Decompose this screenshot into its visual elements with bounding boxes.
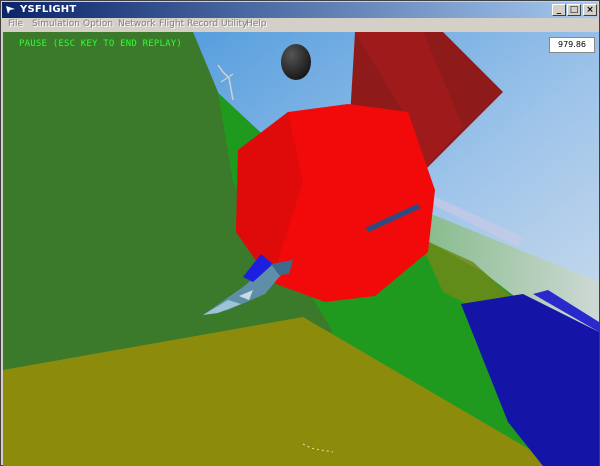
app-icon [6, 6, 15, 14]
hud-readout: 979.86 [549, 37, 595, 53]
title-bar[interactable]: YSFLIGHT _ □ × [2, 2, 598, 18]
menu-file[interactable]: File [8, 18, 23, 31]
menu-bar: File Simulation Option Network Flight Re… [2, 18, 598, 31]
pause-status: PAUSE (ESC KEY TO END REPLAY) [19, 39, 182, 49]
menu-network[interactable]: Network [118, 18, 156, 31]
menu-help[interactable]: Help [246, 18, 267, 31]
scene-canvas [3, 32, 599, 466]
app-window: YSFLIGHT _ □ × File Simulation Option Ne… [0, 0, 600, 466]
menu-simulation[interactable]: Simulation [32, 18, 80, 31]
menu-option[interactable]: Option [83, 18, 113, 31]
close-button[interactable]: × [583, 4, 597, 16]
black-sphere [281, 44, 311, 80]
window-title: YSFLIGHT [20, 4, 77, 15]
minimize-button[interactable]: _ [552, 4, 566, 16]
menu-flight-record-utility[interactable]: Flight Record Utility [159, 18, 247, 31]
maximize-button[interactable]: □ [567, 4, 581, 16]
flight-view[interactable]: PAUSE (ESC KEY TO END REPLAY) 979.86 [3, 32, 599, 466]
